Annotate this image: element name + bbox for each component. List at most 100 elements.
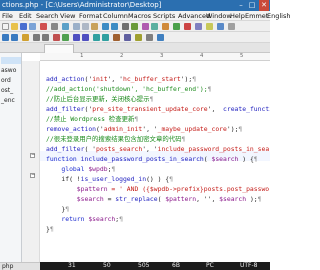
code-token: ¶ [192,75,197,83]
paste-icon[interactable] [91,23,98,30]
minimize-icon[interactable]: – [236,0,246,11]
menu-search[interactable]: Search [36,12,58,20]
code-line: $pattern = ' AND ({$wpdb->prefix}posts.p… [46,184,270,194]
code-token: init [92,75,108,83]
bookmark-icon[interactable] [184,23,191,30]
comment-icon[interactable] [53,34,60,41]
code-token: $search [219,195,247,203]
file-list-item[interactable]: ord [1,77,11,84]
copy-icon[interactable] [82,23,89,30]
help-icon[interactable] [228,23,235,30]
list-view-icon[interactable] [2,34,9,41]
code-token: ', ' [142,125,158,133]
code-token: ', ' [142,145,158,153]
code-token: ¶ [257,195,262,203]
file-list-item[interactable] [1,57,21,64]
indent-icon[interactable] [33,34,40,41]
save-all-icon[interactable] [29,23,36,30]
save-icon[interactable] [20,23,27,30]
ruler-tick: 1 [80,53,84,59]
code-token: if( ! [46,175,81,183]
replace-icon[interactable] [131,23,138,30]
code-token: ); [246,195,258,203]
file-tab-bar [0,43,270,53]
status-encoding-code: 6B [172,262,180,269]
code-token: $wpdb [88,165,108,173]
menu-bar: File Edit Search View Format Column Macr… [0,11,290,21]
code-line: //很未登录用户的搜索结果包含加密文章的代码¶ [46,134,185,144]
code-line: add_filter( 'posts_search', 'include_pas… [46,144,270,154]
menu-column[interactable]: Column [103,12,128,20]
fold-toggle-icon[interactable]: − [30,173,35,178]
column-mode-icon[interactable] [113,34,120,41]
menu-scripts[interactable]: Scripts [153,12,175,20]
tab-active-file[interactable] [44,44,74,53]
title-bar: ctions.php - [C:\Users\Administrator\Des… [0,0,270,11]
ruler-tick: 3 [160,53,164,59]
code-token: _maybe_update_core [157,125,227,133]
code-token: ', [207,105,224,113]
menu-view[interactable]: View [60,12,75,20]
spell-check-icon[interactable] [162,23,169,30]
tools-icon[interactable] [195,23,202,30]
menu-help[interactable]: Help [230,12,245,20]
format-icon[interactable] [146,34,153,41]
ftp-icon[interactable] [217,23,224,30]
code-token: ¶ [65,205,70,213]
maximize-icon[interactable]: □ [247,0,257,11]
code-token: ¶ [111,165,116,173]
preview-icon[interactable] [62,23,69,30]
cut-icon[interactable] [73,23,80,30]
find-icon[interactable] [122,23,129,30]
menu-language[interactable]: English [267,12,290,20]
file-list-item[interactable]: _enc [1,97,15,104]
code-token: ¶ [49,225,54,233]
code-token: ( ' [84,145,97,153]
fold-toggle-icon[interactable]: − [30,153,35,158]
uppercase-icon[interactable] [73,34,80,41]
menu-window[interactable]: Window [206,12,232,20]
menu-emmet[interactable]: Emmet [245,12,268,20]
menu-format[interactable]: Format [79,12,102,20]
open-folder-icon[interactable] [11,23,18,30]
line-numbers-icon[interactable] [151,23,158,30]
uncomment-icon[interactable] [62,34,69,41]
close-file-icon[interactable] [40,23,47,30]
new-file-icon[interactable] [2,23,9,30]
hex-mode-icon[interactable] [124,34,131,41]
browser-icon[interactable] [173,23,180,30]
close-icon[interactable]: ✕ [259,0,269,11]
code-token: posts_search [96,145,143,153]
tree-view-icon[interactable] [11,34,18,41]
code-token: ¶ [238,125,243,133]
code-token: '); [226,125,239,133]
settings-icon[interactable] [206,23,213,30]
code-token: ¶ [207,85,212,93]
column-ruler: 1 2 3 4 5 [40,53,270,61]
code-line: add_filter('pre_site_transient_update_co… [46,104,270,114]
bottom-file-tab[interactable]: php [0,262,40,270]
menu-file[interactable]: File [2,12,13,20]
project-icon[interactable] [22,34,29,41]
undo-icon[interactable] [102,23,109,30]
menu-edit[interactable]: Edit [19,12,32,20]
macro-play-icon[interactable] [102,34,109,41]
print-icon[interactable] [51,23,58,30]
macro-record-icon[interactable] [93,34,100,41]
code-token: = ' AND ({$wpdb->prefix}posts.post_passw… [111,185,270,193]
code-token: ) { [238,155,254,163]
compare-icon[interactable] [135,34,142,41]
file-list-item[interactable]: ost_ [1,87,13,94]
status-column: 50 [103,262,111,269]
code-line: function include_password_posts_in_searc… [46,154,258,164]
outdent-icon[interactable] [42,34,49,41]
status-encoding: UTF-8 [240,262,258,269]
file-list-item[interactable]: aswo [1,67,16,74]
menu-macros[interactable]: Macros [128,12,151,20]
lowercase-icon[interactable] [82,34,89,41]
redo-icon[interactable] [111,23,118,30]
word-wrap-icon[interactable] [142,23,149,30]
run-icon[interactable] [157,34,164,41]
code-token: } [46,205,66,213]
code-editor[interactable]: add_action('init', 'hc_buffer_start');¶ /… [40,61,270,262]
